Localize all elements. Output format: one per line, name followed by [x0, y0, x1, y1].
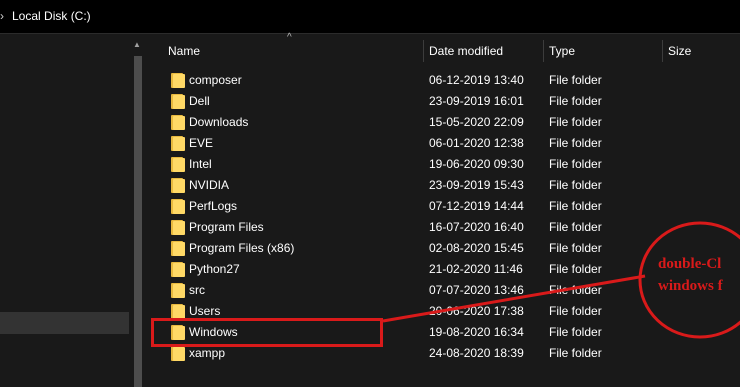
annotation-text-line1: double-Cl [658, 256, 722, 272]
annotation-text-line2: windows f [658, 278, 723, 294]
callout-pointer-line [382, 274, 646, 323]
annotation-callout [382, 221, 740, 339]
